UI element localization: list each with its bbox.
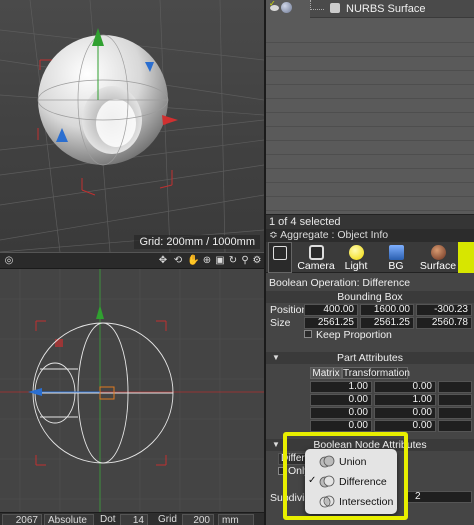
refresh-icon[interactable]: ↻ — [227, 255, 239, 267]
zoom-icon[interactable]: ⊕ — [201, 255, 213, 267]
tab-transformation[interactable]: Transformation — [342, 367, 410, 379]
part-attributes-header[interactable]: ▼ Part Attributes — [266, 352, 474, 364]
object-info-title-text: Aggregate : Object Info — [280, 229, 389, 241]
target-icon[interactable]: ◎ — [3, 255, 15, 267]
matrix-cell[interactable]: 0.00 — [310, 407, 372, 419]
position-y-field[interactable]: 1600.00 — [360, 304, 414, 316]
surface-icon — [431, 245, 446, 260]
settings-icon[interactable]: ⚙ — [251, 255, 263, 267]
background-icon — [389, 245, 404, 260]
disclosure-triangle-icon[interactable]: ▼ — [272, 439, 280, 451]
move-icon[interactable]: ✥ — [157, 255, 169, 267]
subdivision-field[interactable]: 2 — [406, 491, 472, 503]
info-tabs: Camera Light BG Surface — [266, 242, 474, 273]
matrix-cell[interactable]: 0.00 — [374, 381, 436, 393]
matrix-cell[interactable]: 0.00 — [374, 420, 436, 432]
size-z-field[interactable]: 2560.78 — [416, 317, 472, 329]
tab-camera[interactable]: Camera — [296, 242, 336, 273]
panel-menu-icon[interactable]: ≎ — [269, 229, 280, 241]
keep-proportion-label: Keep Proportion — [316, 329, 392, 341]
dot-label: Dot — [100, 514, 116, 525]
keep-proportion-checkbox[interactable] — [304, 330, 312, 338]
mode-select[interactable]: Absolute — [44, 514, 94, 525]
matrix-cell[interactable]: 0.00 — [374, 407, 436, 419]
grid-label: Grid — [158, 514, 177, 525]
selection-count: 1 of 4 selected — [266, 214, 474, 229]
tab-camera-label: Camera — [297, 260, 335, 272]
tab-aggregate[interactable] — [268, 242, 292, 273]
view-toolbar: ◎ ✥ ⟲ ✋ ⊕ ▣ ↻ ⚲ ⚙ — [0, 252, 264, 269]
pan-icon[interactable]: ✋ — [187, 255, 199, 267]
object-info-title: ≎ Aggregate : Object Info — [266, 229, 474, 242]
object-browser: ✓ NURBS Surface — [266, 0, 474, 214]
orthographic-viewport[interactable] — [0, 269, 264, 512]
tab-surface[interactable]: Surface — [418, 242, 458, 273]
light-icon — [349, 245, 364, 260]
matrix-cell[interactable]: 1.00 — [374, 394, 436, 406]
tab-bg-label: BG — [388, 260, 404, 272]
browser-item-nurbs-surface[interactable]: NURBS Surface — [310, 0, 474, 18]
coordinate-field[interactable]: 2067 — [2, 514, 42, 525]
orthographic-scene — [0, 269, 264, 512]
grid-scale-label: Grid: 200mm / 1000mm — [134, 235, 260, 249]
perspective-scene — [0, 0, 264, 252]
perspective-viewport[interactable]: Grid: 200mm / 1000mm — [0, 0, 264, 252]
position-x-field[interactable]: 400.00 — [304, 304, 358, 316]
matrix-cell[interactable] — [438, 420, 472, 432]
eye-icon[interactable] — [270, 5, 279, 11]
size-label: Size — [270, 317, 291, 329]
tab-surface-label: Surface — [419, 260, 457, 272]
disclosure-triangle-icon[interactable]: ▼ — [272, 352, 280, 364]
camera-icon — [309, 245, 324, 260]
boolean-operation-label: Boolean Operation: Difference — [269, 277, 411, 289]
size-x-field[interactable]: 2561.25 — [304, 317, 358, 329]
size-y-field[interactable]: 2561.25 — [360, 317, 414, 329]
dot-field[interactable]: 14 — [120, 514, 148, 525]
browser-item-label: NURBS Surface — [346, 3, 426, 15]
matrix-cell[interactable]: 1.00 — [310, 381, 372, 393]
part-attributes-title: Part Attributes — [337, 352, 403, 364]
frame-icon[interactable]: ▣ — [214, 255, 226, 267]
bounding-box-title: Bounding Box — [337, 291, 403, 303]
matrix-cell[interactable] — [438, 407, 472, 419]
tab-light[interactable]: Light — [340, 242, 372, 273]
nurbs-surface-icon — [330, 3, 340, 13]
highlight-annotation — [283, 432, 408, 520]
tab-overflow[interactable] — [458, 242, 474, 273]
position-label: Position — [270, 304, 308, 316]
tab-bg[interactable]: BG — [382, 242, 410, 273]
matrix-cell[interactable] — [438, 381, 472, 393]
rotate-icon[interactable]: ⟲ — [172, 255, 184, 267]
matrix-cell[interactable] — [438, 394, 472, 406]
bounding-box-header[interactable]: Bounding Box — [266, 291, 474, 303]
search-icon[interactable]: ⚲ — [239, 255, 251, 267]
tab-matrix[interactable]: Matrix — [310, 367, 342, 379]
tab-light-label: Light — [344, 260, 368, 272]
aggregate-icon — [273, 246, 287, 260]
matrix-cell[interactable]: 0.00 — [310, 420, 372, 432]
grid-field[interactable]: 200 — [182, 514, 214, 525]
matrix-cell[interactable]: 0.00 — [310, 394, 372, 406]
material-ball-icon[interactable] — [281, 2, 292, 13]
unit-select[interactable]: mm — [218, 514, 254, 525]
tree-connector — [310, 0, 324, 10]
position-z-field[interactable]: -300.23 — [416, 304, 472, 316]
status-bar: 2067 Absolute Dot 14 Grid 200 mm — [0, 512, 264, 525]
